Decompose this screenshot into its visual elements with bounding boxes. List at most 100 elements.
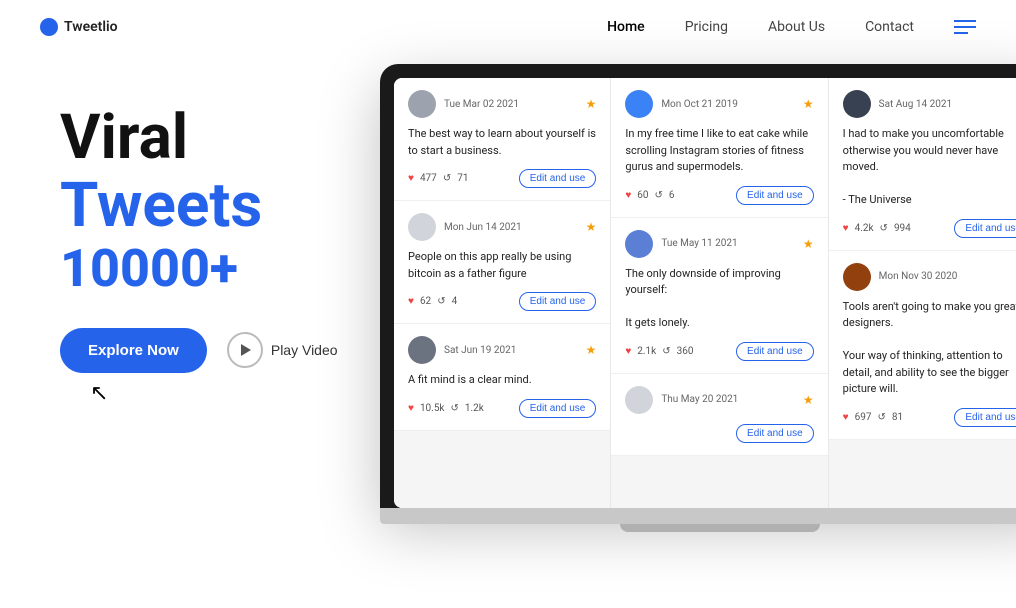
tweet-date: Mon Jun 14 2021	[444, 222, 578, 233]
tweet-header: Mon Jun 14 2021 ★	[408, 213, 596, 241]
hero-heading: Viral Tweets 10000+	[60, 104, 340, 298]
avatar	[625, 386, 653, 414]
avatar	[408, 336, 436, 364]
tweet-footer: ♥ 697 ↺ 81 Edit and use	[843, 408, 1016, 427]
tweet-header: Mon Nov 30 2020 ★	[843, 263, 1016, 291]
tweet-card-1-2: Mon Jun 14 2021 ★ People on this app rea…	[394, 201, 610, 324]
tweet-date: Sat Aug 14 2021	[879, 99, 1014, 110]
tweet-date: Sat Jun 19 2021	[444, 345, 578, 356]
hero-count: 10000+	[60, 240, 340, 297]
star-icon: ★	[586, 343, 597, 357]
laptop-body: Tue Mar 02 2021 ★ The best way to learn …	[380, 64, 1016, 508]
cursor-icon: ↖	[90, 381, 340, 406]
tweet-header: Mon Oct 21 2019 ★	[625, 90, 813, 118]
tweet-text: A fit mind is a clear mind.	[408, 372, 596, 389]
hamburger-menu[interactable]	[954, 20, 976, 34]
tweet-footer: ♥ 4.2k ↺ 994 Edit and use	[843, 219, 1016, 238]
tweet-text: People on this app really be using bitco…	[408, 249, 596, 282]
brand-name: Tweetlio	[64, 19, 118, 35]
tweet-stats: ♥ 10.5k ↺ 1.2k	[408, 403, 484, 414]
play-circle-icon	[227, 332, 263, 368]
tweet-date: Tue May 11 2021	[661, 238, 795, 249]
avatar	[843, 263, 871, 291]
tweet-header: Tue May 11 2021 ★	[625, 230, 813, 258]
play-video-button[interactable]: Play Video	[227, 332, 338, 368]
tweet-text: Tools aren't going to make you great des…	[843, 299, 1016, 398]
edit-use-button[interactable]: Edit and use	[736, 342, 814, 361]
tweet-stats: ♥ 697 ↺ 81	[843, 412, 903, 423]
tweet-date: Tue Mar 02 2021	[444, 99, 578, 110]
logo-icon	[40, 18, 58, 36]
edit-use-button[interactable]: Edit and use	[519, 292, 597, 311]
avatar	[408, 213, 436, 241]
star-icon: ★	[803, 237, 814, 251]
star-icon: ★	[803, 393, 814, 407]
tweet-col-2: Mon Oct 21 2019 ★ In my free time I like…	[611, 78, 828, 508]
avatar	[843, 90, 871, 118]
nav-pricing[interactable]: Pricing	[685, 19, 728, 35]
tweet-card-1-3: Sat Jun 19 2021 ★ A fit mind is a clear …	[394, 324, 610, 431]
edit-use-button[interactable]: Edit and use	[954, 219, 1016, 238]
laptop-foot	[620, 524, 820, 532]
nav-links: Home Pricing About Us Contact	[607, 19, 976, 35]
tweet-footer: ♥ 2.1k ↺ 360 Edit and use	[625, 342, 813, 361]
avatar	[408, 90, 436, 118]
tweet-stats: ♥ 477 ↺ 71	[408, 173, 468, 184]
play-triangle-icon	[241, 344, 251, 356]
hero-actions: Explore Now Play Video	[60, 328, 340, 373]
tweet-date: Mon Nov 30 2020	[879, 271, 1014, 282]
logo[interactable]: Tweetlio	[40, 18, 118, 36]
hero-text: Viral Tweets 10000+ Explore Now Play Vid…	[60, 74, 340, 406]
tweet-footer: ♥ 62 ↺ 4 Edit and use	[408, 292, 596, 311]
edit-use-button[interactable]: Edit and use	[519, 399, 597, 418]
hamburger-line-2	[954, 26, 976, 28]
nav-contact[interactable]: Contact	[865, 19, 914, 35]
nav-home[interactable]: Home	[607, 19, 645, 35]
tweet-footer: ♥ 60 ↺ 6 Edit and use	[625, 186, 813, 205]
tweet-footer: ♥ 10.5k ↺ 1.2k Edit and use	[408, 399, 596, 418]
tweet-text: I had to make you uncomfortable otherwis…	[843, 126, 1016, 209]
tweet-grid: Tue Mar 02 2021 ★ The best way to learn …	[394, 78, 1016, 508]
hamburger-line-1	[954, 20, 976, 22]
tweet-card-2-2: Tue May 11 2021 ★ The only downside of i…	[611, 218, 827, 374]
tweet-card-2-3: Thu May 20 2021 ★ Edit and use	[611, 374, 827, 456]
navbar: Tweetlio Home Pricing About Us Contact	[0, 0, 1016, 54]
tweet-col-1: Tue Mar 02 2021 ★ The best way to learn …	[394, 78, 611, 508]
tweet-footer: Edit and use	[625, 424, 813, 443]
star-icon: ★	[803, 97, 814, 111]
edit-use-button[interactable]: Edit and use	[954, 408, 1016, 427]
tweet-card-3-1: Sat Aug 14 2021 ★ I had to make you unco…	[829, 78, 1016, 251]
laptop-mockup: Tue Mar 02 2021 ★ The best way to learn …	[380, 64, 1016, 532]
tweet-header: Sat Aug 14 2021 ★	[843, 90, 1016, 118]
hamburger-line-3	[954, 32, 968, 34]
tweet-card-2-1: Mon Oct 21 2019 ★ In my free time I like…	[611, 78, 827, 218]
laptop-base	[380, 508, 1016, 524]
laptop-screen: Tue Mar 02 2021 ★ The best way to learn …	[394, 78, 1016, 508]
tweet-footer: ♥ 477 ↺ 71 Edit and use	[408, 169, 596, 188]
tweet-text: The only downside of improving yourself:…	[625, 266, 813, 332]
tweet-stats: ♥ 60 ↺ 6	[625, 190, 674, 201]
edit-use-button[interactable]: Edit and use	[519, 169, 597, 188]
hero-line1: Viral	[60, 101, 188, 174]
edit-use-button[interactable]: Edit and use	[736, 186, 814, 205]
tweet-header: Sat Jun 19 2021 ★	[408, 336, 596, 364]
tweet-text: In my free time I like to eat cake while…	[625, 126, 813, 176]
tweet-stats: ♥ 2.1k ↺ 360	[625, 346, 693, 357]
tweet-text: The best way to learn about yourself is …	[408, 126, 596, 159]
avatar	[625, 230, 653, 258]
edit-use-button[interactable]: Edit and use	[736, 424, 814, 443]
star-icon: ★	[586, 97, 597, 111]
explore-button[interactable]: Explore Now	[60, 328, 207, 373]
tweet-col-3: Sat Aug 14 2021 ★ I had to make you unco…	[829, 78, 1016, 508]
hero-line2: Tweets	[60, 172, 340, 240]
play-label: Play Video	[271, 342, 338, 358]
tweet-date: Thu May 20 2021	[661, 394, 795, 405]
hero-section: Viral Tweets 10000+ Explore Now Play Vid…	[0, 54, 1016, 532]
tweet-card-3-2: Mon Nov 30 2020 ★ Tools aren't going to …	[829, 251, 1016, 440]
tweet-card-1-1: Tue Mar 02 2021 ★ The best way to learn …	[394, 78, 610, 201]
nav-about[interactable]: About Us	[768, 19, 825, 35]
tweet-date: Mon Oct 21 2019	[661, 99, 795, 110]
tweet-stats: ♥ 62 ↺ 4	[408, 296, 457, 307]
star-icon: ★	[586, 220, 597, 234]
avatar	[625, 90, 653, 118]
